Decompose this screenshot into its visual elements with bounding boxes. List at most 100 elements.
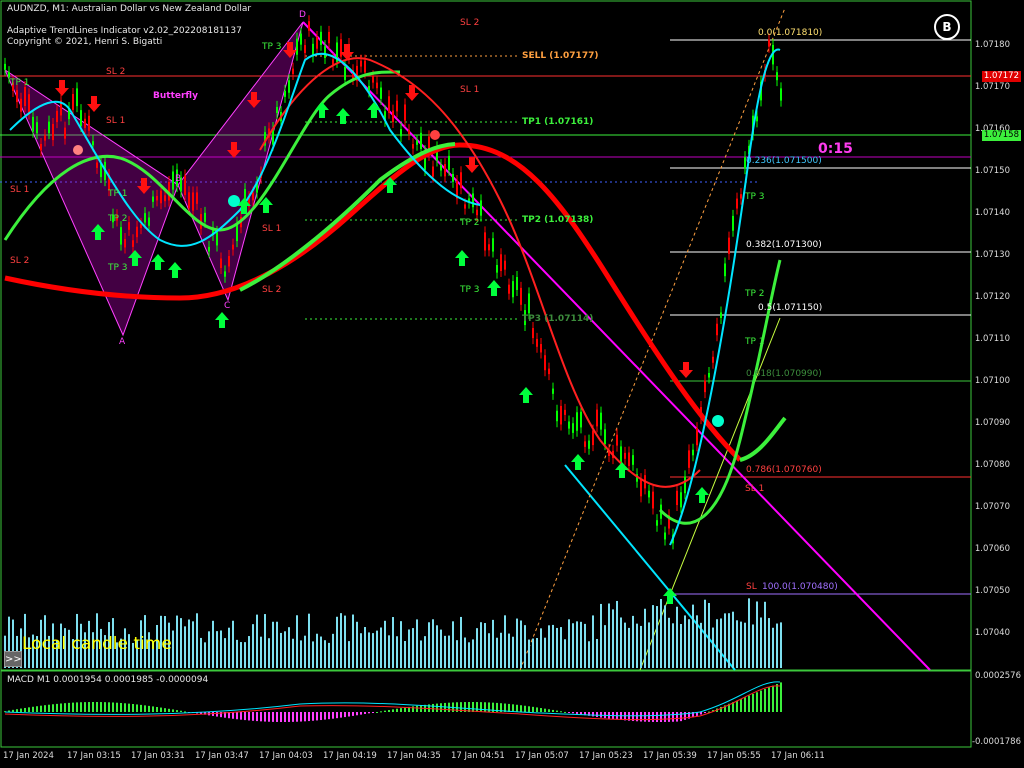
price-axis-label: 1.07110 xyxy=(974,334,1010,344)
macd-bar xyxy=(100,702,102,712)
macd-bar xyxy=(316,712,318,721)
macd-bar xyxy=(84,702,86,712)
volume-bar xyxy=(184,626,186,668)
volume-bar xyxy=(216,631,218,668)
macd-bar xyxy=(520,705,522,712)
volume-bar xyxy=(268,638,270,668)
time-axis-label: 17 Jan 05:39 xyxy=(643,751,697,761)
up-arrow-icon xyxy=(367,102,381,118)
macd-bar xyxy=(324,712,326,720)
volume-bar xyxy=(240,642,242,668)
macd-bar xyxy=(256,712,258,722)
macd-bar xyxy=(92,702,94,712)
candle-body xyxy=(540,344,542,353)
macd-bar xyxy=(72,702,74,712)
macd-bar xyxy=(112,702,114,712)
macd-bar xyxy=(372,712,374,713)
candle-body xyxy=(648,490,650,498)
price-axis-label: 1.07090 xyxy=(974,418,1010,428)
macd-bar xyxy=(680,712,682,722)
volume-bar xyxy=(528,639,530,668)
candle-body xyxy=(600,412,602,430)
candle-body xyxy=(420,132,422,150)
candle-body xyxy=(460,172,462,189)
candle-body xyxy=(308,21,310,31)
volume-bar xyxy=(212,620,214,668)
metatrader-logo-icon: B xyxy=(934,14,960,40)
macd-bar xyxy=(664,712,666,722)
price-axis-label: 1.07150 xyxy=(974,166,1010,176)
volume-bar xyxy=(688,619,690,668)
volume-bar xyxy=(440,629,442,668)
volume-bar xyxy=(736,620,738,668)
candle-body xyxy=(472,193,474,208)
tp3-label-mid: TP 3 xyxy=(460,285,480,295)
volume-bar xyxy=(180,618,182,668)
candle-body xyxy=(380,87,382,99)
volume-bar xyxy=(264,614,266,668)
candle-body xyxy=(756,116,758,122)
candle-body xyxy=(704,380,706,393)
up-arrow-icon xyxy=(571,454,585,470)
candle-body xyxy=(224,271,226,277)
macd-bar xyxy=(292,712,294,722)
candle-body xyxy=(568,421,570,429)
fib-236-label: 0.236(1.071500) xyxy=(746,156,822,166)
macd-bar xyxy=(216,712,218,717)
volume-bar xyxy=(172,630,174,668)
macd-bar xyxy=(132,704,134,712)
volume-bar xyxy=(632,615,634,668)
macd-bar xyxy=(260,712,262,722)
macd-title: MACD M1 0.0001954 0.0001985 -0.0000094 xyxy=(7,675,209,685)
macd-bar xyxy=(552,709,554,712)
candle-body xyxy=(656,520,658,526)
candle-body xyxy=(132,240,134,247)
candle-body xyxy=(496,264,498,273)
macd-bar xyxy=(376,711,378,713)
time-axis-label: 17 Jan 03:15 xyxy=(67,751,121,761)
candle-body xyxy=(172,171,174,190)
macd-bar xyxy=(336,712,338,719)
volume-bar xyxy=(772,627,774,668)
macd-bar xyxy=(156,706,158,712)
macd-bar xyxy=(548,709,550,712)
volume-bar xyxy=(728,613,730,668)
candle-body xyxy=(504,260,506,270)
volume-bar xyxy=(368,632,370,668)
volume-bar xyxy=(744,622,746,668)
candle-body xyxy=(544,355,546,371)
macd-bar xyxy=(288,712,290,722)
macd-bar xyxy=(572,712,574,714)
volume-bar xyxy=(516,618,518,668)
volume-bar xyxy=(288,627,290,668)
macd-bar xyxy=(148,705,150,712)
macd-bar xyxy=(392,709,394,712)
candle-body xyxy=(64,127,66,139)
macd-bar xyxy=(524,705,526,712)
macd-bar xyxy=(152,706,154,712)
candle-body xyxy=(72,94,74,110)
expand-button[interactable]: >> xyxy=(4,651,22,667)
candle-body xyxy=(148,217,150,226)
macd-bar xyxy=(756,692,758,712)
volume-bar xyxy=(444,635,446,668)
price-axis-label: 1.07140 xyxy=(974,208,1010,218)
macd-bar xyxy=(488,702,490,712)
macd-bar xyxy=(328,712,330,720)
candle-body xyxy=(692,449,694,456)
candle-body xyxy=(728,237,730,254)
candle-body xyxy=(632,455,634,465)
candle-body xyxy=(596,409,598,427)
candle-body xyxy=(20,98,22,112)
sl1-label-mid: SL 1 xyxy=(262,224,282,234)
candle-body xyxy=(160,190,162,204)
candle-body xyxy=(592,430,594,446)
tp3-label-top: TP 3 xyxy=(262,42,282,52)
macd-bar xyxy=(20,708,22,712)
fib-0-label: 0.0(1.071810) xyxy=(758,28,823,38)
macd-bar xyxy=(656,712,658,722)
macd-bar xyxy=(280,712,282,722)
signal-dot xyxy=(228,195,240,207)
macd-bar xyxy=(660,712,662,722)
candle-body xyxy=(712,356,714,363)
